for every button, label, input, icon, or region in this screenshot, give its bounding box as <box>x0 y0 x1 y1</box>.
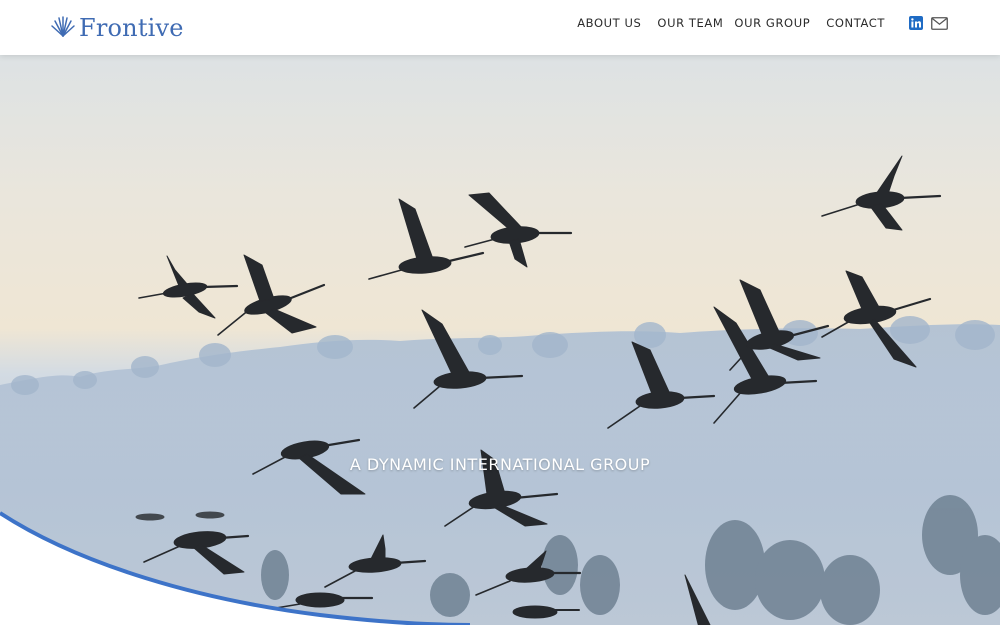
site-header: Frontive ABOUT US OUR TEAM OUR GROUP CON… <box>0 0 1000 55</box>
nav-contact[interactable]: CONTACT <box>826 16 885 30</box>
hero-image <box>0 55 1000 625</box>
fan-leaf-icon <box>50 13 76 43</box>
linkedin-icon[interactable] <box>909 16 923 30</box>
nav-our-team[interactable]: OUR TEAM <box>657 16 723 30</box>
brand-name: Frontive <box>79 14 184 42</box>
main-nav: ABOUT US OUR TEAM OUR GROUP CONTACT <box>561 16 948 30</box>
nav-our-group[interactable]: OUR GROUP <box>734 16 810 30</box>
hero-tagline: A DYNAMIC INTERNATIONAL GROUP <box>349 455 651 474</box>
hero-section: A DYNAMIC INTERNATIONAL GROUP <box>0 55 1000 625</box>
nav-about-us[interactable]: ABOUT US <box>577 16 641 30</box>
brand-logo[interactable]: Frontive <box>50 13 184 43</box>
mail-icon[interactable] <box>931 16 948 30</box>
